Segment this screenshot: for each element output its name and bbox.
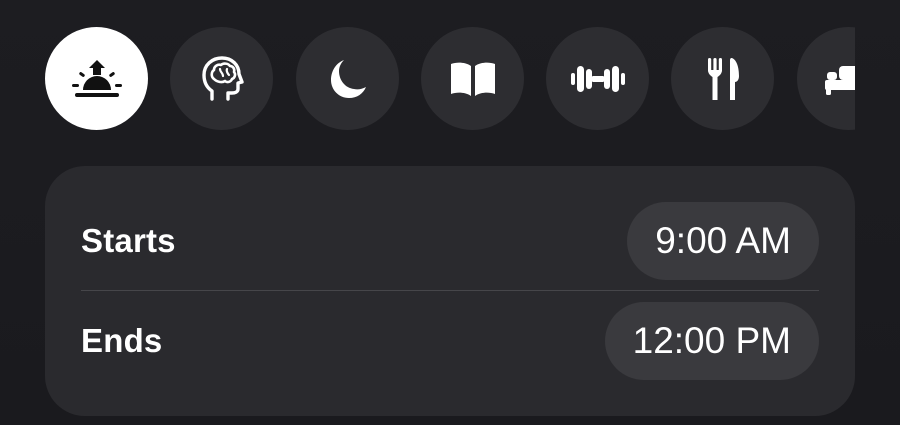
bed-icon [824,65,855,95]
start-time-button[interactable]: 9:00 AM [627,202,819,280]
end-time-button[interactable]: 12:00 PM [604,302,819,380]
starts-label: Starts [81,222,176,259]
focus-option-mindfulness[interactable] [170,27,273,130]
focus-option-sleep[interactable] [296,27,399,130]
focus-option-sunrise[interactable] [45,27,148,130]
starts-row: Starts 9:00 AM [45,191,855,291]
focus-option-reading[interactable] [421,27,524,130]
book-icon [450,62,495,96]
schedule-card: Starts 9:00 AM Ends 12:00 PM [45,166,855,416]
focus-icon-picker [0,0,855,140]
focus-option-bedtime[interactable] [797,27,855,130]
fork-knife-icon [707,57,739,100]
ends-label: Ends [81,322,163,359]
focus-option-fitness[interactable] [546,27,649,130]
moon-icon [330,59,366,98]
brain-head-icon [201,55,244,101]
focus-option-dining[interactable] [671,27,774,130]
ends-row: Ends 12:00 PM [45,291,855,391]
dumbbell-icon [570,65,625,92]
sunrise-alarm-icon [71,59,122,97]
